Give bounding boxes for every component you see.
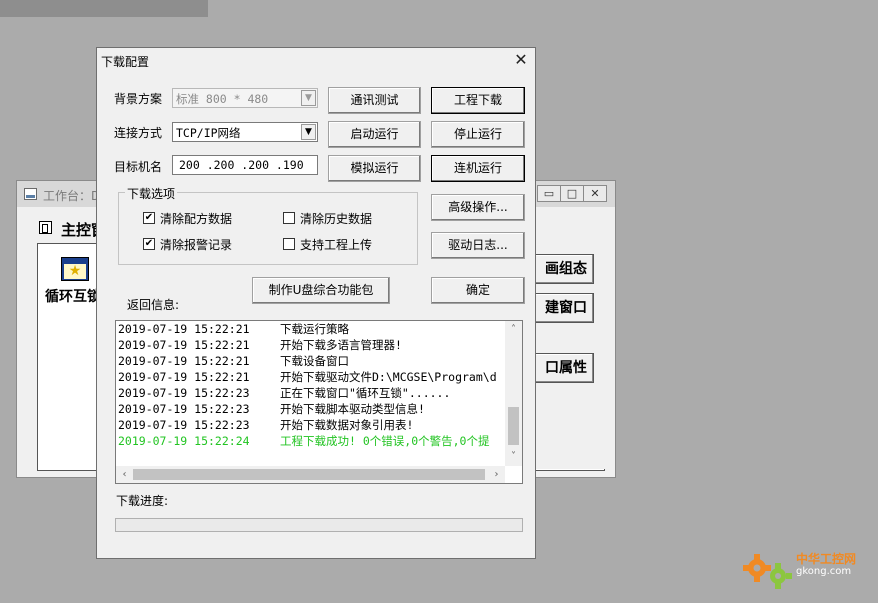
online-run-button[interactable]: 连机运行: [431, 155, 525, 182]
download-config-dialog: 下载配置 ✕ 背景方案 标准 800 * 480 ▼ 连接方式 TCP/IP网络…: [96, 47, 536, 559]
connection-mode-label: 连接方式: [114, 126, 163, 140]
watermark-url: gkong.com: [796, 566, 852, 577]
simulate-run-button[interactable]: 模拟运行: [328, 155, 421, 182]
log-output[interactable]: 2019-07-19 15:22:21 下载运行策略 2019-07-19 15:…: [115, 320, 523, 484]
gkong-watermark: 中华工控网 gkong.com: [740, 548, 868, 592]
horizontal-scroll-thumb[interactable]: [133, 469, 485, 480]
download-options-group: [118, 192, 418, 265]
minimize-icon[interactable]: ▭: [537, 185, 561, 202]
project-download-button[interactable]: 工程下载: [431, 87, 525, 114]
driver-log-button[interactable]: 驱动日志...: [431, 232, 525, 259]
scroll-left-icon[interactable]: ‹: [116, 466, 133, 483]
clear-alarm-label: 清除报警记录: [160, 238, 233, 252]
scroll-up-icon[interactable]: ˄: [505, 321, 522, 338]
log-line: 2019-07-19 15:22:23 正在下载窗口"循环互锁"......: [118, 386, 451, 400]
dialog-title: 下载配置: [101, 55, 150, 69]
side-button-1[interactable]: 画组态: [534, 254, 594, 284]
comm-test-button[interactable]: 通讯测试: [328, 87, 421, 114]
app-icon: [24, 188, 37, 200]
return-info-label: 返回信息:: [127, 298, 180, 312]
chevron-down-icon: ▼: [301, 124, 316, 140]
vertical-scroll-thumb[interactable]: [508, 407, 519, 445]
log-line: 2019-07-19 15:22:21 开始下载驱动文件D:\MCGSE\Prog…: [118, 370, 497, 384]
clear-recipe-label: 清除配方数据: [160, 212, 233, 226]
make-usb-package-button[interactable]: 制作U盘综合功能包: [252, 277, 390, 304]
window-item-label[interactable]: 循环互锁: [45, 286, 101, 306]
download-progress-bar: [115, 518, 523, 532]
connection-mode-select[interactable]: TCP/IP网络 ▼: [172, 122, 318, 142]
target-machine-input[interactable]: 200 .200 .200 .190: [172, 155, 318, 175]
side-button-2[interactable]: 建窗口: [534, 293, 594, 323]
tab-window-icon: [39, 221, 52, 234]
scroll-down-icon[interactable]: ˅: [505, 448, 522, 465]
log-line: 2019-07-19 15:22:21 开始下载多语言管理器!: [118, 338, 402, 352]
log-line: 2019-07-19 15:22:21 下载设备窗口: [118, 354, 349, 368]
watermark-brand: 中华工控网: [796, 552, 857, 566]
clear-history-checkbox[interactable]: [283, 212, 295, 224]
background-scheme-select[interactable]: 标准 800 * 480 ▼: [172, 88, 318, 108]
support-upload-checkbox[interactable]: [283, 238, 295, 250]
start-run-button[interactable]: 启动运行: [328, 121, 421, 148]
advanced-ops-button[interactable]: 高级操作...: [431, 194, 525, 221]
ok-button[interactable]: 确定: [431, 277, 525, 304]
side-button-3[interactable]: 口属性: [534, 353, 594, 383]
clear-alarm-checkbox[interactable]: ✔: [143, 238, 155, 250]
log-line-success: 2019-07-19 15:22:24 工程下载成功! 0个错误,0个警告,0个提: [118, 434, 490, 448]
clear-history-label: 清除历史数据: [300, 212, 373, 226]
log-line: 2019-07-19 15:22:21 下载运行策略: [118, 322, 349, 336]
log-line: 2019-07-19 15:22:23 开始下载脚本驱动类型信息!: [118, 402, 425, 416]
chevron-down-icon: ▼: [301, 90, 316, 106]
download-progress-label: 下载进度:: [116, 494, 169, 508]
clear-recipe-checkbox[interactable]: ✔: [143, 212, 155, 224]
close-icon[interactable]: ✕: [511, 50, 531, 70]
log-line: 2019-07-19 15:22:23 开始下载数据对象引用表!: [118, 418, 414, 432]
top-bar: [0, 0, 208, 17]
download-options-label: 下载选项: [125, 185, 178, 202]
scroll-right-icon[interactable]: ›: [488, 466, 505, 483]
window-item-icon[interactable]: ★: [61, 257, 89, 281]
close-icon[interactable]: ✕: [583, 185, 607, 202]
stop-run-button[interactable]: 停止运行: [431, 121, 525, 148]
gear-icon: [743, 554, 792, 589]
background-scheme-label: 背景方案: [114, 92, 163, 106]
workbench-title: 工作台：D: [43, 189, 101, 203]
target-machine-label: 目标机名: [114, 160, 163, 174]
maximize-icon[interactable]: □: [560, 185, 584, 202]
support-upload-label: 支持工程上传: [300, 238, 373, 252]
